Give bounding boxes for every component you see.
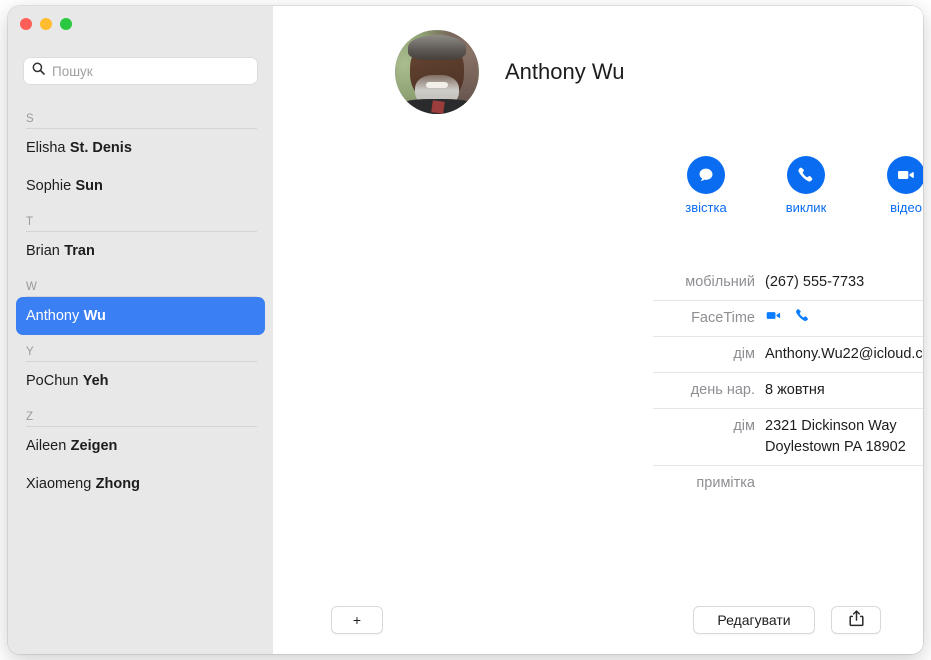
contact-detail-panel: Anthony Wu звісткавикликвідеолист мобіль… [273, 6, 923, 654]
contact-last-name: St. Denis [69, 140, 132, 156]
field-row[interactable]: FaceTime [653, 301, 923, 337]
bottom-toolbar: + Редагувати [273, 606, 923, 636]
contact-first-name: Xiaomeng [26, 476, 92, 492]
action-label: відео [890, 200, 922, 215]
field-row[interactable]: дім Anthony.Wu22@icloud.com [653, 337, 923, 373]
add-contact-button[interactable]: + [331, 606, 383, 634]
contact-first-name: Aileen [26, 438, 67, 454]
action-звістка[interactable]: звістка [685, 156, 727, 215]
contact-first-name: PoChun [26, 373, 79, 389]
contact-first-name: Sophie [26, 178, 72, 194]
contact-list-item[interactable]: Brian Tran [16, 232, 265, 270]
section-header: T [26, 205, 257, 232]
field-value [765, 308, 923, 329]
contacts-window: SElishaSt. DenisSophieSunTBrianTranWAnth… [8, 6, 923, 654]
contact-last-name: Zeigen [70, 438, 118, 454]
avatar[interactable] [395, 30, 479, 114]
phone-icon [787, 156, 825, 194]
message-bubble-icon [687, 156, 725, 194]
contact-list-item[interactable]: Xiaomeng Zhong [16, 465, 265, 503]
section-header: Z [26, 400, 257, 427]
action-виклик[interactable]: виклик [785, 156, 827, 215]
page-title: Anthony Wu [505, 59, 625, 84]
close-button[interactable] [20, 18, 32, 30]
quick-actions: звісткавикликвідеолист [685, 156, 923, 215]
action-відео[interactable]: відео [885, 156, 923, 215]
section-header: W [26, 270, 257, 297]
share-icon [848, 610, 864, 630]
field-value: (267) 555-7733 [765, 274, 865, 290]
contact-fields: мобільний (267) 555-7733 FaceTime дім Anthon… [653, 265, 923, 501]
field-label: FaceTime [691, 310, 755, 326]
field-label: день нар. [690, 382, 755, 398]
edit-button[interactable]: Редагувати [693, 606, 815, 634]
section-header: Y [26, 335, 257, 362]
contact-first-name: Elisha [26, 140, 66, 156]
search-icon [32, 62, 45, 80]
contact-last-name: Sun [75, 178, 103, 194]
action-label: виклик [785, 200, 827, 215]
contact-list-item[interactable]: Elisha St. Denis [16, 129, 265, 167]
contact-list-item[interactable]: PoChun Yeh [16, 362, 265, 400]
search-field[interactable] [24, 58, 257, 84]
contact-first-name: Brian [26, 243, 60, 259]
phone-icon[interactable] [794, 307, 811, 331]
contact-last-name: Yeh [82, 373, 109, 389]
field-row[interactable]: дім 2321 Dickinson Way Doylestown PA 18902 [653, 409, 923, 466]
contact-last-name: Zhong [95, 476, 140, 492]
field-value: 8 жовтня [765, 382, 825, 398]
share-button[interactable] [831, 606, 881, 634]
field-label: примітка [696, 475, 755, 491]
window-controls [20, 18, 72, 30]
video-camera-icon[interactable] [765, 307, 782, 331]
address-line-2: Doylestown PA 18902 [765, 439, 906, 455]
address-line-1: 2321 Dickinson Way [765, 418, 897, 434]
field-row[interactable]: примітка [653, 466, 923, 501]
contact-last-name: Tran [64, 243, 95, 259]
action-label: звістка [685, 200, 727, 215]
field-label: дім [733, 418, 755, 434]
contact-list[interactable]: S Elisha St. Denis Sophie Sun T Brian Tran W Anth… [8, 102, 273, 654]
contact-list-item[interactable]: Anthony Wu [16, 297, 265, 335]
field-label: дім [733, 346, 755, 362]
field-row[interactable]: день нар. 8 жовтня [653, 373, 923, 409]
contact-list-item[interactable]: Sophie Sun [16, 167, 265, 205]
video-camera-icon [887, 156, 923, 194]
field-row[interactable]: мобільний (267) 555-7733 [653, 265, 923, 301]
contact-list-item[interactable]: Aileen Zeigen [16, 427, 265, 465]
field-value: 2321 Dickinson Way Doylestown PA 18902 [765, 416, 923, 458]
contact-header: Anthony Wu [395, 30, 624, 114]
field-label: мобільний [685, 274, 755, 290]
sidebar: SElishaSt. DenisSophieSunTBrianTranWAnth… [8, 6, 273, 654]
section-header: S [26, 102, 257, 129]
zoom-button[interactable] [60, 18, 72, 30]
contact-first-name: Anthony [26, 308, 80, 324]
minimize-button[interactable] [40, 18, 52, 30]
contact-last-name: Wu [83, 308, 106, 324]
search-input[interactable] [52, 63, 232, 79]
field-value: Anthony.Wu22@icloud.com [765, 346, 923, 362]
